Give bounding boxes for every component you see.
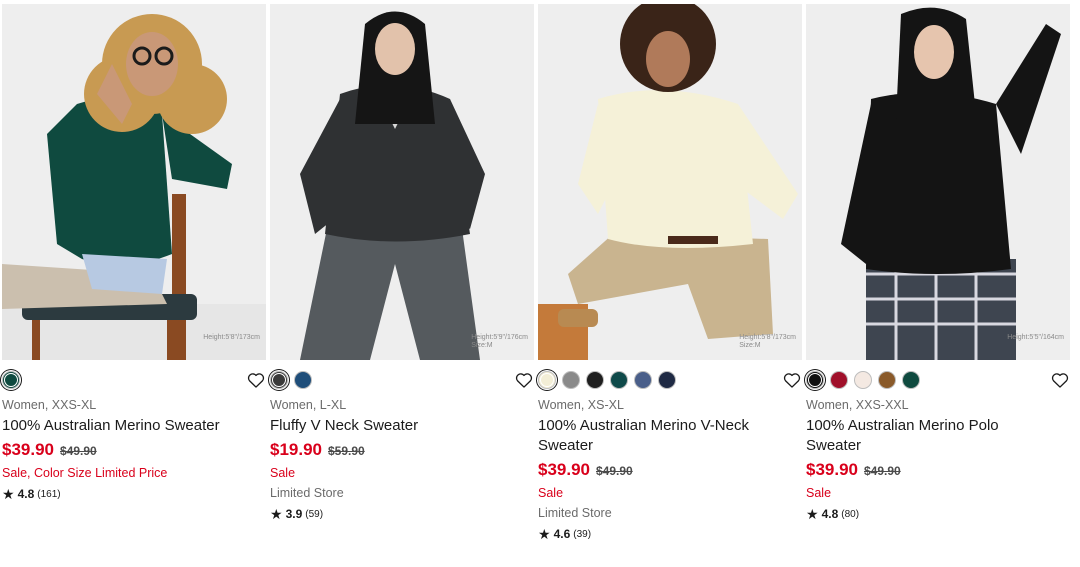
review-count: (59) xyxy=(305,508,324,520)
color-swatch[interactable] xyxy=(610,371,628,389)
model-height-note: Height:5'8"/173cm Size:M xyxy=(739,334,796,350)
price-row: $39.90 $49.90 xyxy=(538,460,802,482)
color-swatch-row xyxy=(806,366,1070,394)
sale-price: $19.90 xyxy=(270,440,322,459)
star-icon: ★ xyxy=(270,506,283,522)
sale-price: $39.90 xyxy=(806,460,858,479)
model-height-note: Height:5'8"/173cm xyxy=(203,334,260,342)
price-row: $19.90 $59.90 xyxy=(270,440,534,462)
product-meta: Women, XS-XL xyxy=(538,398,624,412)
product-image[interactable]: Height:5'9"/176cm Size:M xyxy=(270,4,534,360)
color-swatch[interactable] xyxy=(586,371,604,389)
product-name-line: 100% Australian Merino Polo xyxy=(806,417,999,434)
color-swatch[interactable] xyxy=(658,371,676,389)
sale-price: $39.90 xyxy=(538,460,590,479)
model-size-text: Size:M xyxy=(739,342,761,349)
model-height-text: Height:5'9"/176cm xyxy=(471,334,528,341)
color-swatch-row xyxy=(538,366,802,394)
product-name[interactable]: 100% Australian Merino Sweater xyxy=(2,416,266,436)
color-swatches xyxy=(2,366,266,394)
product-card[interactable]: Height:5'8"/173cm Women, XXS-XL 100% Aus… xyxy=(2,4,266,503)
model-height-note: Height:5'9"/176cm Size:M xyxy=(471,334,528,350)
product-image[interactable]: Height:5'8"/173cm Size:M xyxy=(538,4,802,360)
sale-label: Sale xyxy=(538,486,564,500)
heart-outline-icon[interactable] xyxy=(514,370,534,390)
product-name-line: Fluffy V Neck Sweater xyxy=(270,417,419,434)
color-swatch[interactable] xyxy=(806,371,824,389)
color-swatch[interactable] xyxy=(830,371,848,389)
color-swatches xyxy=(806,366,1070,394)
rating: ★ 4.8 (161) xyxy=(2,485,266,503)
rating: ★ 4.6 (39) xyxy=(538,525,802,543)
product-name-line: 100% Australian Merino V-Neck xyxy=(538,417,749,434)
model-photo-illustration xyxy=(270,4,534,360)
product-card[interactable]: Height:5'5"/164cm Women, XXS-XXL 100% Au… xyxy=(806,4,1070,523)
product-image[interactable]: Height:5'8"/173cm xyxy=(2,4,266,360)
color-swatch[interactable] xyxy=(854,371,872,389)
original-price: $49.90 xyxy=(864,464,901,478)
sale-label: Sale xyxy=(270,466,296,480)
model-height-text: Height:5'8"/173cm xyxy=(203,334,260,341)
rating-score: 3.9 xyxy=(285,507,303,521)
sale-label: Sale, Color Size Limited Price xyxy=(2,466,168,480)
sale-label: Sale xyxy=(806,486,832,500)
store-availability: Limited Store xyxy=(538,506,612,520)
model-height-text: Height:5'5"/164cm xyxy=(1007,334,1064,341)
sale-price: $39.90 xyxy=(2,440,54,459)
color-swatch[interactable] xyxy=(634,371,652,389)
color-swatch[interactable] xyxy=(538,371,556,389)
color-swatches xyxy=(538,366,802,394)
heart-outline-icon[interactable] xyxy=(782,370,802,390)
color-swatch-row xyxy=(2,366,266,394)
model-height-note: Height:5'5"/164cm xyxy=(1007,334,1064,342)
product-meta: Women, XXS-XL xyxy=(2,398,97,412)
product-name-line: Sweater xyxy=(806,437,862,454)
product-meta: Women, XXS-XXL xyxy=(806,398,909,412)
review-count: (39) xyxy=(573,528,592,540)
product-name-line: 100% Australian Merino Sweater xyxy=(2,417,220,434)
model-size-text: Size:M xyxy=(471,342,493,349)
model-height-text: Height:5'8"/173cm xyxy=(739,334,796,341)
review-count: (161) xyxy=(37,488,61,500)
color-swatches xyxy=(270,366,534,394)
product-image[interactable]: Height:5'5"/164cm xyxy=(806,4,1070,360)
rating: ★ 3.9 (59) xyxy=(270,505,534,523)
product-name[interactable]: Fluffy V Neck Sweater xyxy=(270,416,534,436)
color-swatch[interactable] xyxy=(2,371,20,389)
rating: ★ 4.8 (80) xyxy=(806,505,1070,523)
product-grid: Height:5'8"/173cm Women, XXS-XL 100% Aus… xyxy=(0,0,1080,567)
original-price: $59.90 xyxy=(328,444,365,458)
original-price: $49.90 xyxy=(596,464,633,478)
rating-score: 4.8 xyxy=(17,487,35,501)
product-card[interactable]: Height:5'9"/176cm Size:M Women, L-XL Flu… xyxy=(270,4,534,523)
color-swatch[interactable] xyxy=(270,371,288,389)
color-swatch[interactable] xyxy=(878,371,896,389)
heart-outline-icon[interactable] xyxy=(1050,370,1070,390)
product-name[interactable]: 100% Australian Merino Polo Sweater xyxy=(806,416,1070,456)
model-photo-illustration xyxy=(2,4,266,360)
price-row: $39.90 $49.90 xyxy=(2,440,266,462)
color-swatch[interactable] xyxy=(562,371,580,389)
review-count: (80) xyxy=(841,508,860,520)
product-name[interactable]: 100% Australian Merino V-Neck Sweater xyxy=(538,416,802,456)
price-row: $39.90 $49.90 xyxy=(806,460,1070,482)
model-photo-illustration xyxy=(538,4,802,360)
star-icon: ★ xyxy=(538,526,551,542)
model-photo-illustration xyxy=(806,4,1070,360)
color-swatch[interactable] xyxy=(902,371,920,389)
heart-outline-icon[interactable] xyxy=(246,370,266,390)
color-swatch-row xyxy=(270,366,534,394)
store-availability: Limited Store xyxy=(270,486,344,500)
rating-score: 4.8 xyxy=(821,507,839,521)
product-card[interactable]: Height:5'8"/173cm Size:M Women, XS-XL 10… xyxy=(538,4,802,543)
product-meta: Women, L-XL xyxy=(270,398,347,412)
color-swatch[interactable] xyxy=(294,371,312,389)
product-name-line: Sweater xyxy=(538,437,594,454)
star-icon: ★ xyxy=(806,506,819,522)
star-icon: ★ xyxy=(2,486,15,502)
rating-score: 4.6 xyxy=(553,527,571,541)
original-price: $49.90 xyxy=(60,444,97,458)
